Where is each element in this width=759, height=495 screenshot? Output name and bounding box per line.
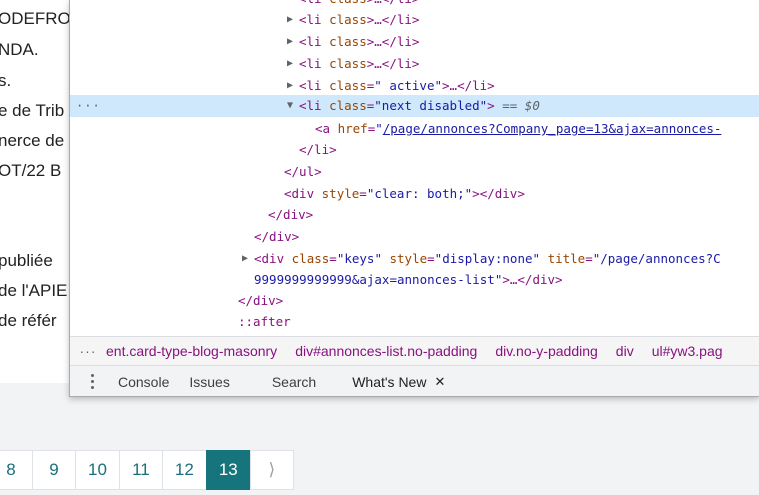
collapse-triangle-icon[interactable]: ▼	[287, 95, 293, 117]
expand-triangle-icon[interactable]: ▶	[287, 53, 293, 75]
next-page-chevron-icon[interactable]: ⟩	[249, 450, 294, 490]
page-link-10[interactable]: 10	[75, 450, 120, 490]
breadcrumb-item[interactable]: div.no-y-padding	[495, 343, 597, 359]
page-text-line: e de Trib	[0, 101, 65, 120]
pagination: 8 9 10 11 12 13 ⟩	[0, 450, 294, 490]
dom-node-li[interactable]: ▶ <li class>…</li>	[70, 53, 759, 75]
page-link-13-active[interactable]: 13	[205, 450, 251, 490]
page-text-line: s.	[0, 71, 12, 90]
dom-node-li[interactable]: ▶ <li class>…</li>	[70, 31, 759, 53]
dom-node-li[interactable]: ▶ <li class>…</li>	[70, 9, 759, 31]
dom-node-close-div[interactable]: </div>	[70, 226, 759, 248]
dom-node-div-clear[interactable]: <div style="clear: both;"></div>	[70, 183, 759, 205]
breadcrumb: ··· ent.card-type-blog-masonry div#annon…	[70, 336, 759, 365]
dom-node-close-ul[interactable]: </ul>	[70, 161, 759, 183]
page-link-11[interactable]: 11	[118, 450, 163, 490]
tab-search[interactable]: Search	[242, 366, 328, 397]
dom-node-div-keys[interactable]: ▶ <div class="keys" style="display:none"…	[70, 248, 759, 270]
elements-tree: <li class>…</li> ▶ <li class>…</li> ▶ <l…	[70, 0, 759, 333]
drawer-menu-icon[interactable]	[78, 366, 106, 397]
expand-triangle-icon[interactable]: ▶	[287, 75, 293, 97]
dom-node-close-li[interactable]: </li>	[70, 139, 759, 161]
drawer-tabbar: Console Issues Search What's New ✕	[70, 365, 759, 397]
more-options-icon[interactable]: ···	[76, 95, 101, 117]
tab-whats-new-label: What's New	[352, 373, 427, 390]
dom-node-close-div[interactable]: </div>	[70, 290, 759, 312]
devtools-panel: <li class>…</li> ▶ <li class>…</li> ▶ <l…	[69, 0, 759, 397]
tab-whats-new[interactable]: What's New ✕	[328, 366, 457, 397]
dom-node-a[interactable]: <a href="/page/annonces?Company_page=13&…	[70, 118, 759, 140]
dom-node-li-active[interactable]: ▶ <li class=" active">…</li>	[70, 75, 759, 97]
expand-triangle-icon[interactable]: ▶	[287, 31, 293, 53]
dom-node-after[interactable]: ::after	[70, 311, 759, 333]
href-link[interactable]: /page/annonces?Company_page=13&ajax=anno…	[383, 121, 722, 136]
breadcrumb-item[interactable]: div#annonces-list.no-padding	[295, 343, 477, 359]
dom-node-close-div[interactable]: </div>	[70, 204, 759, 226]
breadcrumb-more-icon[interactable]: ···	[70, 343, 106, 359]
page-text-line: ODEFRO	[0, 9, 70, 28]
page-link-9[interactable]: 9	[32, 450, 76, 490]
expand-triangle-icon[interactable]: ▶	[287, 9, 293, 31]
page-link-8[interactable]: 8	[0, 450, 33, 490]
page-text-line: de l'APIE	[0, 281, 68, 300]
expand-triangle-icon[interactable]: ▶	[242, 248, 248, 270]
page-link-12[interactable]: 12	[161, 450, 207, 490]
page-text-line: de référ	[0, 311, 57, 330]
breadcrumb-item[interactable]: ul#yw3.pag	[652, 343, 723, 359]
page-text-line: nerce de	[0, 131, 65, 150]
dom-node-div-keys-cont[interactable]: 9999999999999&ajax=annonces-list">…</div…	[70, 269, 759, 291]
close-icon[interactable]: ✕	[434, 374, 445, 390]
breadcrumb-item[interactable]: div	[616, 343, 634, 359]
page-text-line: NDA.	[0, 40, 39, 59]
page-content: ODEFRO NDA. s. e de Trib nerce de OT/22 …	[0, 0, 70, 383]
tab-issues[interactable]: Issues	[181, 366, 241, 397]
page-text-line: publiée	[0, 251, 53, 270]
page-text-line: OT/22 B	[0, 161, 62, 180]
tab-console[interactable]: Console	[106, 366, 181, 397]
breadcrumb-item[interactable]: ent.card-type-blog-masonry	[106, 343, 277, 359]
dom-node-li-selected[interactable]: ··· ▼ <li class="next disabled"> == $0	[70, 95, 759, 117]
